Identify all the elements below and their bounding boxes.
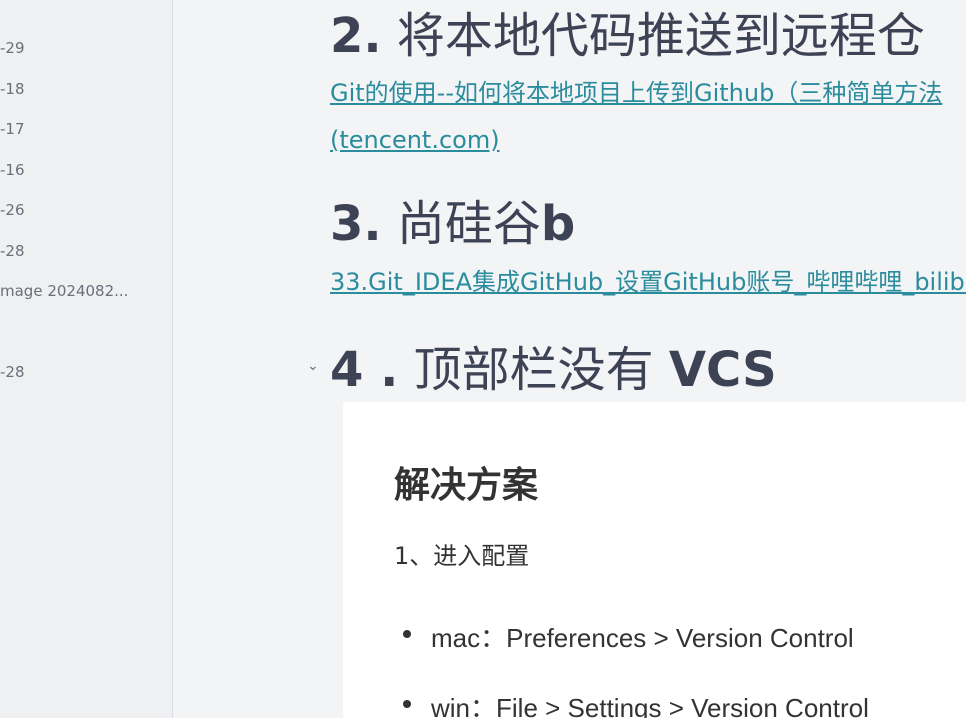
heading-text: 尚硅谷 (396, 196, 541, 252)
bullet-dot-icon (403, 700, 411, 708)
heading-3[interactable]: 3. 尚硅谷b (330, 196, 575, 252)
link-tencent[interactable]: (tencent.com) (330, 125, 500, 155)
bullet-text: win：File > Settings > Version Control (431, 693, 869, 718)
heading-number: 3. (330, 196, 382, 252)
heading-4[interactable]: 4 . 顶部栏没有 VCS (330, 342, 777, 398)
heading-suffix: VCS (668, 342, 777, 398)
sidebar-item[interactable]: -29 (0, 38, 25, 58)
heading-number: 4 . (330, 342, 399, 398)
image-bullet-mac: mac：Preferences > Version Control (403, 618, 854, 655)
sidebar-file-list: -29 -18 -17 -16 -26 -28 mage 2024082... … (0, 0, 173, 718)
heading-number: 2. (330, 8, 382, 64)
sidebar-item[interactable]: -18 (0, 79, 25, 99)
sidebar-item[interactable]: -26 (0, 200, 25, 220)
collapse-chevron-icon[interactable]: ⌄ (307, 358, 319, 374)
link-bilibili[interactable]: 33.Git_IDEA集成GitHub_设置GitHub账号_哔哩哔哩_bili… (330, 267, 966, 297)
sidebar-item[interactable]: -17 (0, 119, 25, 139)
image-title: 解决方案 (394, 465, 539, 506)
embedded-image[interactable]: 解决方案 1、进入配置 mac：Preferences > Version Co… (343, 402, 966, 718)
sidebar-item[interactable]: mage 2024082... (0, 281, 128, 301)
image-step: 1、进入配置 (394, 542, 530, 570)
heading-2[interactable]: 2. 将本地代码推送到远程仓 (330, 8, 925, 64)
document-editor: 2. 将本地代码推送到远程仓 Git的使用--如何将本地项目上传到Github（… (173, 0, 966, 718)
heading-text: 将本地代码推送到远程仓 (396, 8, 925, 64)
link-git-usage[interactable]: Git的使用--如何将本地项目上传到Github（三种简单方法 (330, 78, 942, 108)
image-bullet-win: win：File > Settings > Version Control (403, 688, 869, 718)
sidebar-item[interactable]: -28 (0, 362, 25, 382)
bullet-text: mac：Preferences > Version Control (431, 623, 854, 653)
sidebar-item[interactable]: -16 (0, 160, 25, 180)
heading-text: 顶部栏没有 (413, 342, 669, 398)
heading-suffix: b (540, 196, 576, 252)
bullet-dot-icon (403, 630, 411, 638)
sidebar-item[interactable]: -28 (0, 241, 25, 261)
